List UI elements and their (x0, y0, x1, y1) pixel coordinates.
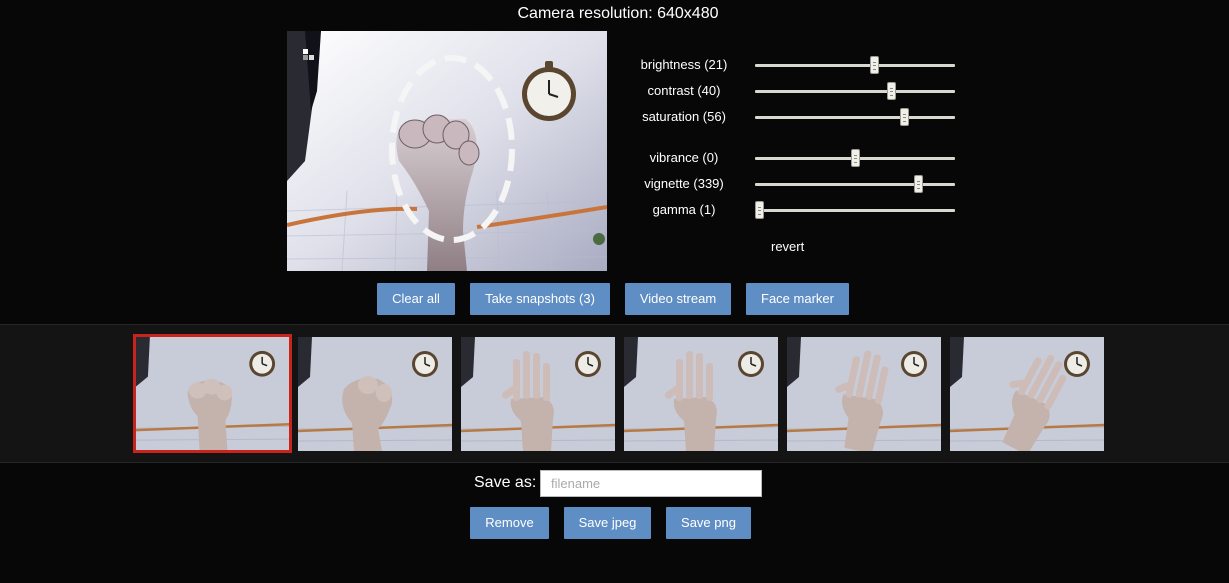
snapshot-thumbnail[interactable] (298, 337, 452, 451)
camera-preview[interactable] (287, 31, 607, 271)
slider-label: contrast (40) (647, 83, 721, 98)
wall-clock-icon (575, 351, 601, 377)
slider-track[interactable] (755, 56, 955, 74)
snapshot-thumbnail[interactable] (950, 337, 1104, 451)
wall-clock-icon (901, 351, 927, 377)
save-png-button[interactable]: Save png (666, 507, 751, 539)
slider-track[interactable] (755, 201, 955, 219)
slider-track[interactable] (755, 175, 955, 193)
slider-handle[interactable] (900, 108, 909, 126)
save-as-label: Save as: (474, 474, 537, 491)
wall-clock-icon (738, 351, 764, 377)
snapshot-thumbnail[interactable] (624, 337, 778, 451)
snapshot-strip (0, 324, 1229, 463)
slider-label: vignette (339) (644, 176, 724, 191)
revert-link[interactable]: revert (771, 239, 804, 254)
snapshot-thumbnail[interactable] (787, 337, 941, 451)
clear-all-button[interactable]: Clear all (377, 283, 455, 315)
video-stream-button[interactable]: Video stream (625, 283, 731, 315)
slider-handle[interactable] (851, 149, 860, 167)
save-jpeg-button[interactable]: Save jpeg (564, 507, 651, 539)
slider-label: saturation (56) (642, 109, 726, 124)
wall-clock-icon (249, 350, 276, 377)
slider-track[interactable] (755, 149, 955, 167)
slider-handle[interactable] (870, 56, 879, 74)
slider-handle[interactable] (755, 201, 764, 219)
slider-label: vibrance (0) (649, 150, 719, 165)
wall-clock-icon (412, 351, 438, 377)
take-snapshots-button[interactable]: Take snapshots (3) (470, 283, 610, 315)
face-marker-button[interactable]: Face marker (746, 283, 849, 315)
wall-clock-icon (1064, 351, 1090, 377)
slider-track[interactable] (755, 82, 955, 100)
filename-input[interactable] (540, 470, 762, 497)
slider-label: gamma (1) (652, 202, 716, 217)
slider-handle[interactable] (914, 175, 923, 193)
snapshot-thumbnail[interactable] (133, 334, 292, 453)
slider-label: brightness (21) (640, 57, 728, 72)
camera-resolution-title: Camera resolution: 640x480 (517, 5, 719, 22)
slider-handle[interactable] (887, 82, 896, 100)
slider-track[interactable] (755, 108, 955, 126)
snapshot-thumbnail[interactable] (461, 337, 615, 451)
remove-button[interactable]: Remove (470, 507, 549, 539)
